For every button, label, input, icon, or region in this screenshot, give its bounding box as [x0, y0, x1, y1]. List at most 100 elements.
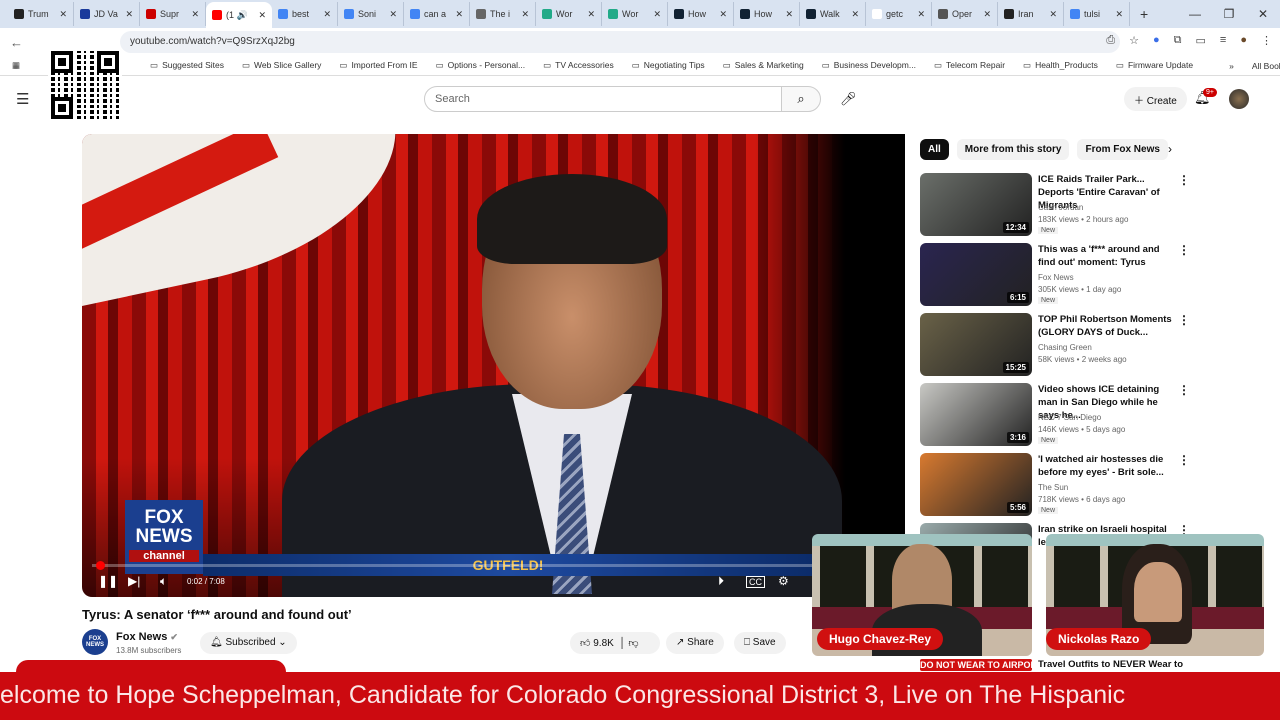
autoplay-toggle[interactable]: ⏵ [718, 574, 724, 589]
bookmark-item[interactable]: ▭ Sales & Marketing [723, 60, 804, 71]
avatar[interactable] [1229, 89, 1249, 109]
close-tab-icon[interactable]: ✕ [917, 9, 925, 20]
video-thumbnail[interactable]: 15:25 [920, 313, 1032, 376]
more-options-icon[interactable]: ⋮ [1178, 383, 1190, 397]
recommendation-partial[interactable]: DO NOT WEAR TO AIRPORT Travel Outfits to… [920, 659, 1190, 672]
channel-avatar[interactable]: FOX NEWS [82, 629, 108, 655]
more-options-icon[interactable]: ⋮ [1178, 313, 1190, 327]
close-window-button[interactable]: ✕ [1246, 7, 1280, 21]
browser-tab[interactable]: Supr ✕ [140, 2, 206, 26]
all-bookmarks[interactable]: All Bookmarks [1252, 61, 1280, 71]
browser-tab[interactable]: can a ✕ [404, 2, 470, 26]
bookmark-item[interactable]: ▭ TV Accessories [543, 60, 614, 71]
bookmark-item[interactable]: ▭ Telecom Repair [934, 60, 1005, 71]
browser-tab[interactable]: best ✕ [272, 2, 338, 26]
bookmark-item[interactable]: ▭ Firmware Update [1116, 60, 1193, 71]
browser-tab[interactable]: JD Va ✕ [74, 2, 140, 26]
bookmark-item[interactable]: ▭ Negotiating Tips [632, 60, 705, 71]
menu-icon[interactable]: ⋮ [1261, 34, 1272, 47]
close-tab-icon[interactable]: ✕ [455, 9, 463, 20]
bookmark-item[interactable]: ▭ Web Slice Gallery [242, 60, 321, 71]
recommendation-item[interactable]: 12:34 ICE Raids Trailer Park... Deports … [920, 173, 1190, 237]
browser-tab[interactable]: How ✕ [668, 2, 734, 26]
profile-icon[interactable]: ● [1240, 34, 1247, 47]
search-input[interactable]: Search [424, 86, 782, 112]
menu-icon[interactable]: ☰ [16, 90, 29, 108]
more-bookmarks-icon[interactable]: » [1229, 61, 1234, 71]
close-tab-icon[interactable]: ✕ [521, 9, 529, 20]
close-tab-icon[interactable]: ✕ [323, 9, 331, 20]
more-options-icon[interactable]: ⋮ [1178, 243, 1190, 257]
browser-tab[interactable]: tulsi ✕ [1064, 2, 1130, 26]
browser-tab[interactable]: Soni ✕ [338, 2, 404, 26]
video-thumbnail[interactable]: 12:34 [920, 173, 1032, 236]
more-options-icon[interactable]: ⋮ [1178, 173, 1190, 187]
browser-tab[interactable]: The i ✕ [470, 2, 536, 26]
captions-button[interactable]: CC [746, 576, 765, 588]
browser-tab[interactable]: Walk ✕ [800, 2, 866, 26]
next-icon[interactable]: ▶| [128, 574, 140, 588]
close-tab-icon[interactable]: ✕ [1049, 9, 1057, 20]
bookmark-item[interactable]: ▭ Imported From IE [339, 60, 417, 71]
progress-bar[interactable] [92, 561, 812, 570]
browser-tab[interactable]: Oper ✕ [932, 2, 998, 26]
new-tab-button[interactable]: + [1140, 6, 1148, 22]
close-tab-icon[interactable]: ✕ [785, 9, 793, 20]
close-tab-icon[interactable]: ✕ [125, 9, 133, 20]
bookmark-item[interactable]: ▭ Health_Products [1023, 60, 1098, 71]
browser-tab[interactable]: Wor ✕ [536, 2, 602, 26]
settings-icon[interactable]: ⚙ [778, 574, 789, 588]
more-options-icon[interactable]: ⋮ [1178, 453, 1190, 467]
bookmark-item[interactable]: ▭ Business Developm... [822, 60, 916, 71]
browser-tab[interactable]: Iran ✕ [998, 2, 1064, 26]
browser-tab[interactable]: getc ✕ [866, 2, 932, 26]
browser-tab[interactable]: How ✕ [734, 2, 800, 26]
bookmark-item[interactable]: ▭ Options - Personal... [436, 60, 526, 71]
apps-icon[interactable]: ▦ [12, 60, 20, 71]
recommendation-item[interactable]: 5:56 'I watched air hostesses die before… [920, 453, 1190, 517]
search-button[interactable]: ⌕ [781, 86, 821, 112]
recommendation-item[interactable]: 15:25 TOP Phil Robertson Moments (GLORY … [920, 313, 1190, 377]
save-button[interactable]: ⎕ Save [734, 632, 786, 654]
browser-tab[interactable]: (1 🔊 ✕ [206, 2, 272, 28]
scrubber-handle[interactable] [95, 561, 105, 570]
create-button[interactable]: ＋ Create [1124, 87, 1187, 111]
url-field[interactable]: youtube.com/watch?v=Q9SrzXqJ2bg [120, 31, 1120, 53]
pause-icon[interactable]: ❚❚ [98, 574, 118, 588]
close-tab-icon[interactable]: ✕ [587, 9, 595, 20]
sidepanel-icon[interactable]: ▭ [1196, 34, 1206, 47]
reading-list-icon[interactable]: ≡ [1220, 34, 1226, 47]
recommendation-item[interactable]: 6:15 This was a 'f*** around and find ou… [920, 243, 1190, 307]
chip-more-from-story[interactable]: More from this story [956, 139, 1070, 160]
minimize-button[interactable]: — [1178, 7, 1212, 21]
share-button[interactable]: ↗ Share [666, 632, 724, 654]
bookmark-star-icon[interactable]: ☆ [1129, 34, 1139, 47]
like-button[interactable]: 👍︎ 9.8K │ 👎︎ [570, 632, 660, 654]
subscribed-button[interactable]: 🔔︎ Subscribed ⌄ [200, 632, 297, 654]
extension-icon[interactable]: ● [1153, 34, 1160, 47]
close-tab-icon[interactable]: ✕ [59, 9, 67, 20]
chip-from-fox-news[interactable]: From Fox News [1077, 139, 1168, 160]
close-tab-icon[interactable]: ✕ [258, 10, 266, 21]
recommendation-item[interactable]: 3:16 Video shows ICE detaining man in Sa… [920, 383, 1190, 447]
browser-tab[interactable]: Trum ✕ [8, 2, 74, 26]
channel-name[interactable]: Fox News ✔ [116, 631, 178, 643]
back-icon[interactable]: ← [10, 35, 32, 50]
volume-icon[interactable]: 🔈︎ [160, 574, 167, 589]
extensions-icon[interactable]: ⧉ [1174, 34, 1182, 47]
close-tab-icon[interactable]: ✕ [389, 9, 397, 20]
close-tab-icon[interactable]: ✕ [653, 9, 661, 20]
close-tab-icon[interactable]: ✕ [719, 9, 727, 20]
chevron-right-icon[interactable]: › [1168, 142, 1172, 156]
video-thumbnail[interactable]: 5:56 [920, 453, 1032, 516]
install-icon[interactable]: ⎙ [1106, 34, 1115, 47]
microphone-icon[interactable]: 🎤︎ [840, 91, 857, 107]
close-tab-icon[interactable]: ✕ [851, 9, 859, 20]
restore-button[interactable]: ❐ [1212, 7, 1246, 21]
bookmark-item[interactable]: ▭ Suggested Sites [150, 60, 224, 71]
chip-all[interactable]: All [920, 139, 949, 160]
browser-tab[interactable]: Wor ✕ [602, 2, 668, 26]
close-tab-icon[interactable]: ✕ [191, 9, 199, 20]
video-thumbnail[interactable]: 6:15 [920, 243, 1032, 306]
close-tab-icon[interactable]: ✕ [983, 9, 991, 20]
